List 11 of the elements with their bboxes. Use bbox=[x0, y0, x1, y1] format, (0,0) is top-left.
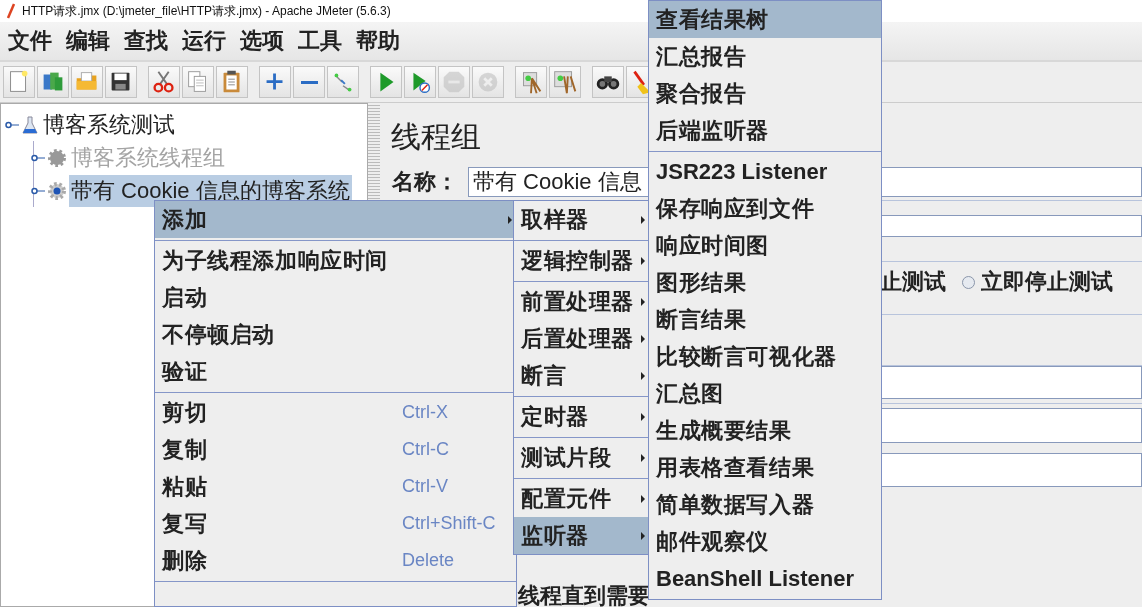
radio-label: 立即停止测试 bbox=[981, 267, 1113, 296]
field-label: 线程直到需要 bbox=[516, 581, 651, 607]
window-title: HTTP请求.jmx (D:\jmeter_file\HTTP请求.jmx) - Apache JMeter (5.6.3) bbox=[22, 2, 391, 20]
shortcut-label: Ctrl+Shift-C bbox=[402, 513, 497, 534]
shortcut-label: Delete bbox=[402, 550, 456, 571]
radio-label: 止测试 bbox=[880, 267, 946, 296]
shortcut-label: Ctrl-V bbox=[402, 476, 449, 497]
panel-title: 线程组 bbox=[391, 118, 481, 156]
shortcut-label: Ctrl-C bbox=[402, 439, 450, 460]
shortcut-label: Ctrl-X bbox=[402, 402, 449, 423]
field-label: 名称： bbox=[392, 167, 459, 196]
